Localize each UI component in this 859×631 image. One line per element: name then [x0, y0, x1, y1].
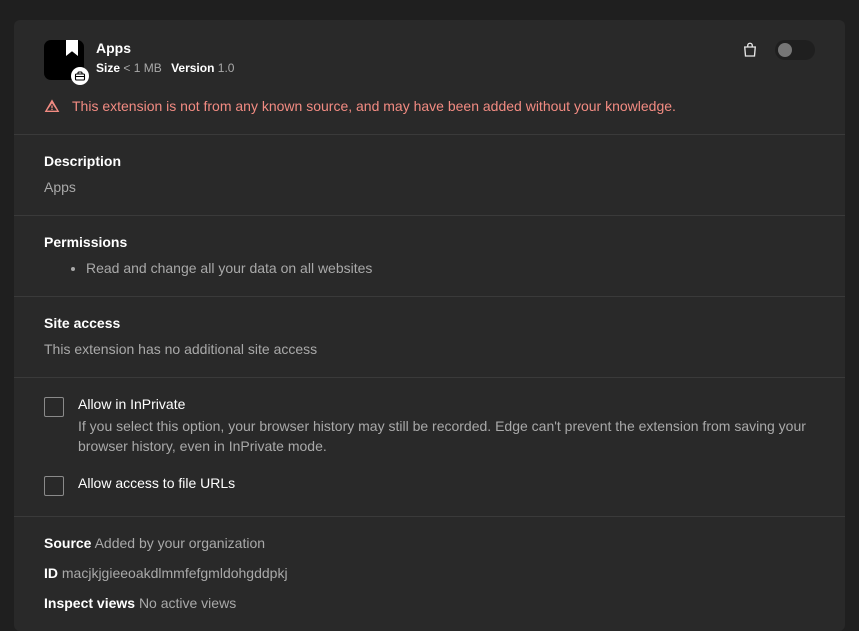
meta-section: Source Added by your organization ID mac… — [14, 516, 845, 631]
allow-inprivate-row: Allow in InPrivate If you select this op… — [44, 396, 815, 457]
warning-row: This extension is not from any known sou… — [14, 98, 845, 134]
bookmark-icon — [66, 40, 78, 56]
allow-inprivate-checkbox[interactable] — [44, 397, 64, 417]
source-line: Source Added by your organization — [44, 535, 815, 551]
size-value: < 1 MB — [123, 61, 161, 75]
allow-file-urls-row: Allow access to file URLs — [44, 475, 815, 496]
inspect-line: Inspect views No active views — [44, 595, 815, 611]
extension-card: Apps Size < 1 MB Version 1.0 This extens… — [14, 20, 845, 631]
source-label: Source — [44, 535, 91, 551]
options-section: Allow in InPrivate If you select this op… — [14, 377, 845, 516]
extension-title: Apps — [96, 40, 741, 56]
warning-icon — [44, 98, 60, 114]
id-value: macjkjgieeoakdlmmfefgmldohgddpkj — [62, 565, 288, 581]
extension-icon — [44, 40, 84, 80]
inspect-label: Inspect views — [44, 595, 135, 611]
id-line: ID macjkjgieeoakdlmmfefgmldohgddpkj — [44, 565, 815, 581]
extension-header: Apps Size < 1 MB Version 1.0 — [14, 20, 845, 98]
header-text: Apps Size < 1 MB Version 1.0 — [96, 40, 741, 74]
id-label: ID — [44, 565, 58, 581]
site-access-text: This extension has no additional site ac… — [44, 341, 815, 357]
allow-file-urls-label: Allow access to file URLs — [78, 475, 815, 491]
allow-inprivate-label: Allow in InPrivate — [78, 396, 815, 412]
version-label: Version — [171, 61, 214, 75]
allow-file-urls-content: Allow access to file URLs — [78, 475, 815, 491]
permission-item: Read and change all your data on all web… — [86, 260, 815, 276]
toggle-knob — [778, 43, 792, 57]
permissions-section: Permissions Read and change all your dat… — [14, 215, 845, 296]
inspect-value: No active views — [139, 595, 236, 611]
description-title: Description — [44, 153, 815, 169]
site-access-title: Site access — [44, 315, 815, 331]
description-section: Description Apps — [14, 134, 845, 215]
allow-inprivate-desc: If you select this option, your browser … — [78, 416, 815, 457]
enable-toggle[interactable] — [775, 40, 815, 60]
warning-text: This extension is not from any known sou… — [72, 98, 676, 114]
briefcase-badge-icon — [71, 67, 89, 85]
shopping-bag-icon[interactable] — [741, 41, 759, 59]
allow-inprivate-content: Allow in InPrivate If you select this op… — [78, 396, 815, 457]
header-controls — [741, 40, 815, 60]
source-value: Added by your organization — [95, 535, 265, 551]
size-label: Size — [96, 61, 120, 75]
site-access-section: Site access This extension has no additi… — [14, 296, 845, 377]
permissions-list: Read and change all your data on all web… — [44, 260, 815, 276]
allow-file-urls-checkbox[interactable] — [44, 476, 64, 496]
permissions-title: Permissions — [44, 234, 815, 250]
extension-meta: Size < 1 MB Version 1.0 — [96, 62, 741, 74]
version-value: 1.0 — [218, 61, 235, 75]
description-text: Apps — [44, 179, 815, 195]
